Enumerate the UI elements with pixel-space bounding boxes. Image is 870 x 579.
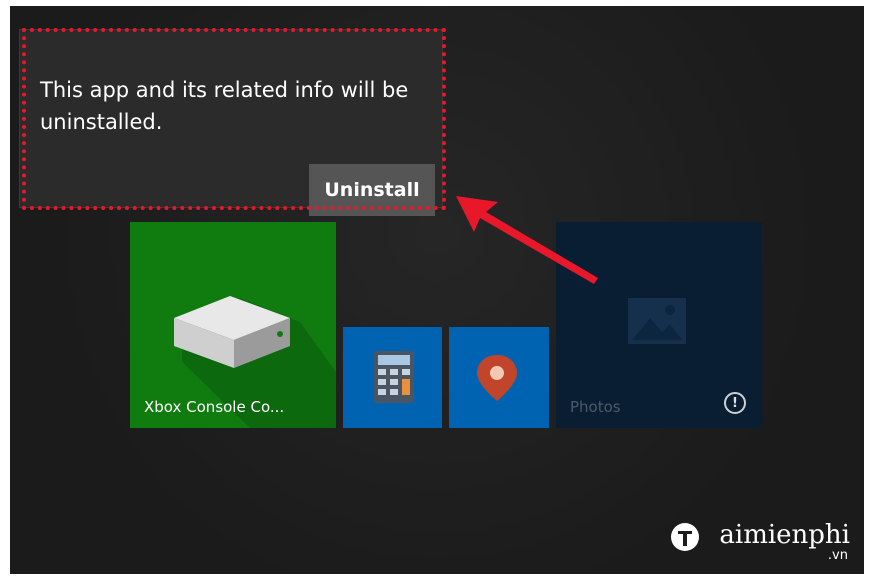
tile-xbox-console-companion[interactable]: Xbox Console Co... — [130, 222, 336, 428]
red-arrow-icon — [456, 196, 598, 284]
tile-photos-label: Photos — [570, 398, 621, 416]
tile-xbox-label: Xbox Console Co... — [144, 398, 285, 416]
watermark: aimienphi .vn — [660, 520, 850, 563]
warning-icon: ! — [724, 392, 746, 414]
tile-maps[interactable] — [449, 327, 549, 428]
flyout-message: This app and its related info will be un… — [40, 78, 409, 134]
tile-calculator[interactable] — [343, 327, 442, 428]
start-menu-background: Xbox Console Co... Photos ! This app and… — [10, 6, 864, 574]
watermark-suffix: .vn — [827, 548, 848, 563]
taimienphi-logo — [671, 523, 699, 551]
calculator-icon — [374, 351, 414, 403]
uninstall-flyout: This app and its related info will be un… — [20, 30, 442, 216]
watermark-text: aimienphi — [719, 520, 850, 550]
map-pin-icon — [477, 355, 517, 401]
uninstall-button[interactable]: Uninstall — [309, 164, 435, 216]
